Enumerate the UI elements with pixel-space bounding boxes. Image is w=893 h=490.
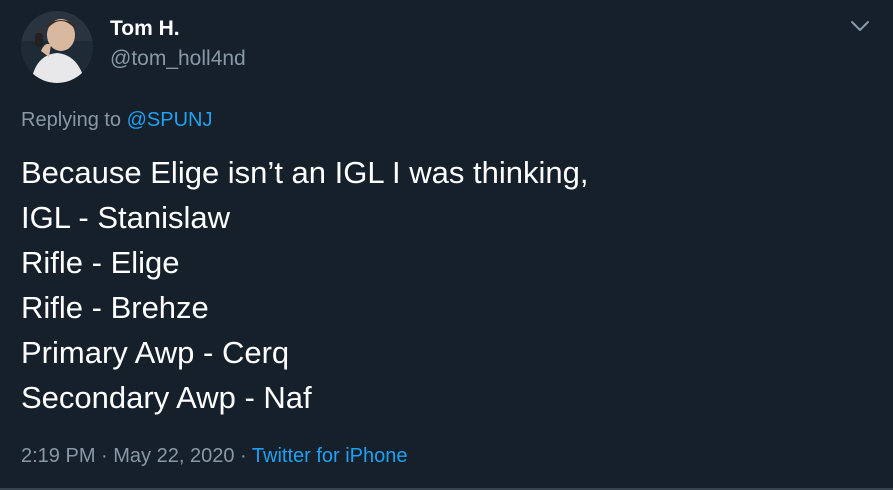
meta-separator: ·: [95, 445, 114, 467]
replying-to: Replying to @SPUNJ: [21, 107, 213, 133]
chevron-down-icon[interactable]: [848, 14, 872, 38]
avatar[interactable]: [21, 11, 93, 83]
meta-separator: ·: [234, 445, 252, 467]
reply-mention-link[interactable]: @SPUNJ: [127, 109, 213, 131]
user-handle[interactable]: @tom_holl4nd: [110, 46, 246, 72]
display-name[interactable]: Tom H.: [110, 16, 180, 42]
tweet-line: Rifle - Brehze: [21, 290, 209, 325]
tweet-text: Because Elige isn’t an IGL I was thinkin…: [21, 150, 871, 420]
tweet-card: Tom H. @tom_holl4nd Replying to @SPUNJ B…: [0, 0, 893, 490]
tweet-meta: 2:19 PM · May 22, 2020 · Twitter for iPh…: [21, 443, 408, 469]
tweet-time[interactable]: 2:19 PM: [21, 445, 95, 467]
tweet-line: Primary Awp - Cerq: [21, 335, 290, 370]
replying-to-label: Replying to: [21, 109, 122, 131]
tweet-date[interactable]: May 22, 2020: [113, 445, 234, 467]
avatar-image: [21, 11, 93, 83]
tweet-line: Rifle - Elige: [21, 245, 180, 280]
tweet-line: IGL - Stanislaw: [21, 200, 231, 235]
tweet-line: Secondary Awp - Naf: [21, 380, 312, 415]
tweet-source-link[interactable]: Twitter for iPhone: [252, 445, 408, 467]
tweet-line: Because Elige isn’t an IGL I was thinkin…: [21, 155, 589, 190]
